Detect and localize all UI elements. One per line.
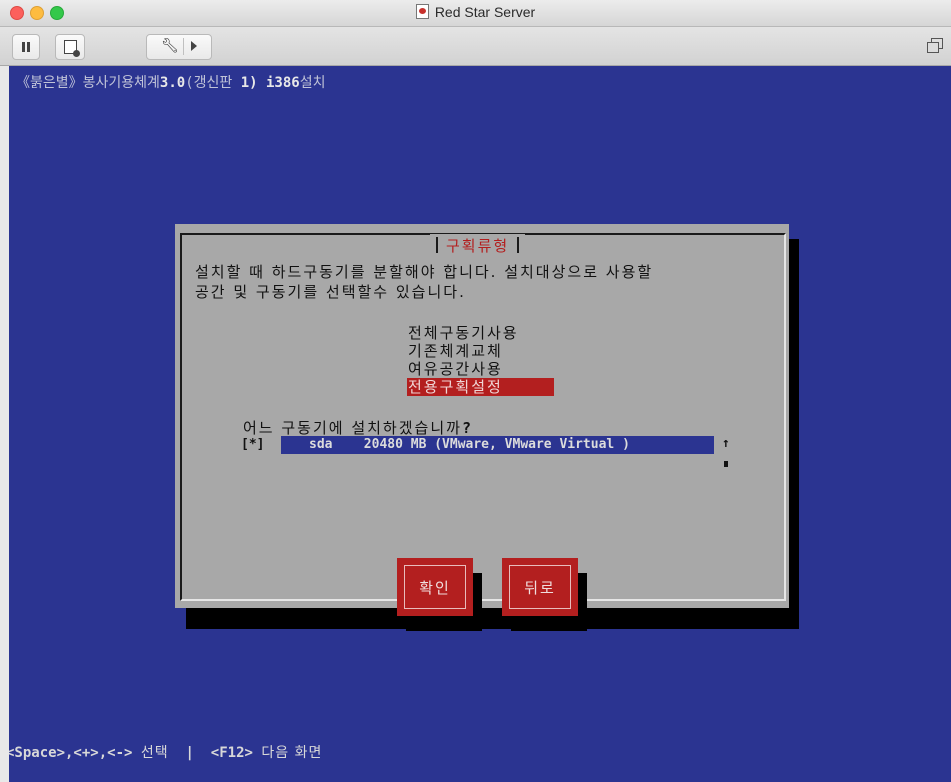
drive-list-item[interactable]: sda 20480 MB (VMware, VMware Virtual ) bbox=[281, 436, 714, 454]
header-update-num: 1) bbox=[240, 75, 258, 91]
ok-button-label: 확인 bbox=[404, 565, 466, 609]
snapshot-button[interactable] bbox=[55, 34, 85, 60]
option-replace-existing[interactable]: 기존체계교체 bbox=[407, 342, 554, 360]
partition-type-dialog: 구획류형 설치할 때 하드구동기를 분할해야 합니다. 설치대상으로 사용할공간… bbox=[175, 224, 789, 631]
restore-window-icon[interactable] bbox=[927, 38, 943, 54]
option-use-entire-drive[interactable]: 전체구동기사용 bbox=[407, 324, 554, 342]
footer-separator: | bbox=[168, 745, 211, 761]
header-suffix: 설치 bbox=[299, 75, 326, 91]
dialog-title-wrap: 구획류형 bbox=[430, 234, 526, 256]
footer-f12: <F12> bbox=[210, 745, 262, 761]
back-button-label: 뒤로 bbox=[509, 565, 571, 609]
footer-select: 선택 bbox=[140, 745, 169, 761]
header-version: 3.0 bbox=[159, 75, 186, 91]
window-title: Red Star Server bbox=[0, 4, 951, 20]
prompt-line-2: 공간 및 구동기를 선택할수 있습니다. bbox=[195, 283, 466, 301]
toolbar: 🔧︎ bbox=[0, 27, 951, 66]
dialog-title: 구획류형 bbox=[446, 236, 510, 255]
installer-header: 《붉은별》봉사기용체계3.0(갱신판 1) i386설치 bbox=[16, 72, 326, 92]
key-help-footer: <Space>,<+>,<-> 선택 | <F12> 다음 화면 bbox=[9, 742, 322, 762]
dialog-prompt: 설치할 때 하드구동기를 분할해야 합니다. 설치대상으로 사용할공간 및 구동… bbox=[195, 262, 775, 302]
vm-screen[interactable]: 《붉은별》봉사기용체계3.0(갱신판 1) i386설치 구획류형 설치할 때 … bbox=[9, 66, 951, 782]
document-icon bbox=[415, 4, 429, 19]
settings-divider bbox=[183, 38, 184, 55]
chevron-right-icon[interactable] bbox=[191, 41, 197, 51]
pause-button[interactable] bbox=[12, 34, 40, 60]
ok-button[interactable]: 확인 bbox=[397, 558, 473, 616]
option-custom-layout[interactable]: 전용구획설정 bbox=[407, 378, 554, 396]
scroll-up-arrow-icon[interactable]: ↑ bbox=[722, 436, 730, 451]
drive-question-text: 어느 구동기에 설치하겠습니까 bbox=[243, 419, 462, 437]
back-button[interactable]: 뒤로 bbox=[502, 558, 578, 616]
window-title-text: Red Star Server bbox=[434, 4, 536, 20]
wrench-icon: 🔧︎ bbox=[161, 38, 179, 54]
drive-question: 어느 구동기에 설치하겠습니까? bbox=[243, 417, 473, 438]
header-update-label: (갱신판 bbox=[185, 75, 241, 91]
drive-question-mark: ? bbox=[461, 419, 473, 437]
partition-options-list: 전체구동기사용 기존체계교체 여유공간사용 전용구획설정 bbox=[407, 324, 554, 396]
footer-next: 다음 화면 bbox=[261, 745, 323, 761]
prompt-line-1: 설치할 때 하드구동기를 분할해야 합니다. 설치대상으로 사용할 bbox=[195, 263, 654, 281]
snapshot-icon bbox=[64, 40, 80, 57]
settings-button[interactable]: 🔧︎ bbox=[146, 34, 212, 60]
header-arch: i386 bbox=[257, 75, 300, 91]
header-prefix: 《붉은별》봉사기용체계 bbox=[16, 75, 160, 91]
vm-window: Red Star Server 🔧︎ 《붉은별》봉사기용체계3.0(갱신판 1)… bbox=[0, 0, 951, 782]
title-bar: Red Star Server bbox=[0, 0, 951, 27]
scroll-thumb[interactable] bbox=[724, 461, 728, 467]
option-use-free-space[interactable]: 여유공간사용 bbox=[407, 360, 554, 378]
footer-keys: <Space>,<+>,<-> bbox=[9, 745, 141, 761]
drive-checkbox[interactable]: [*] bbox=[241, 437, 264, 452]
